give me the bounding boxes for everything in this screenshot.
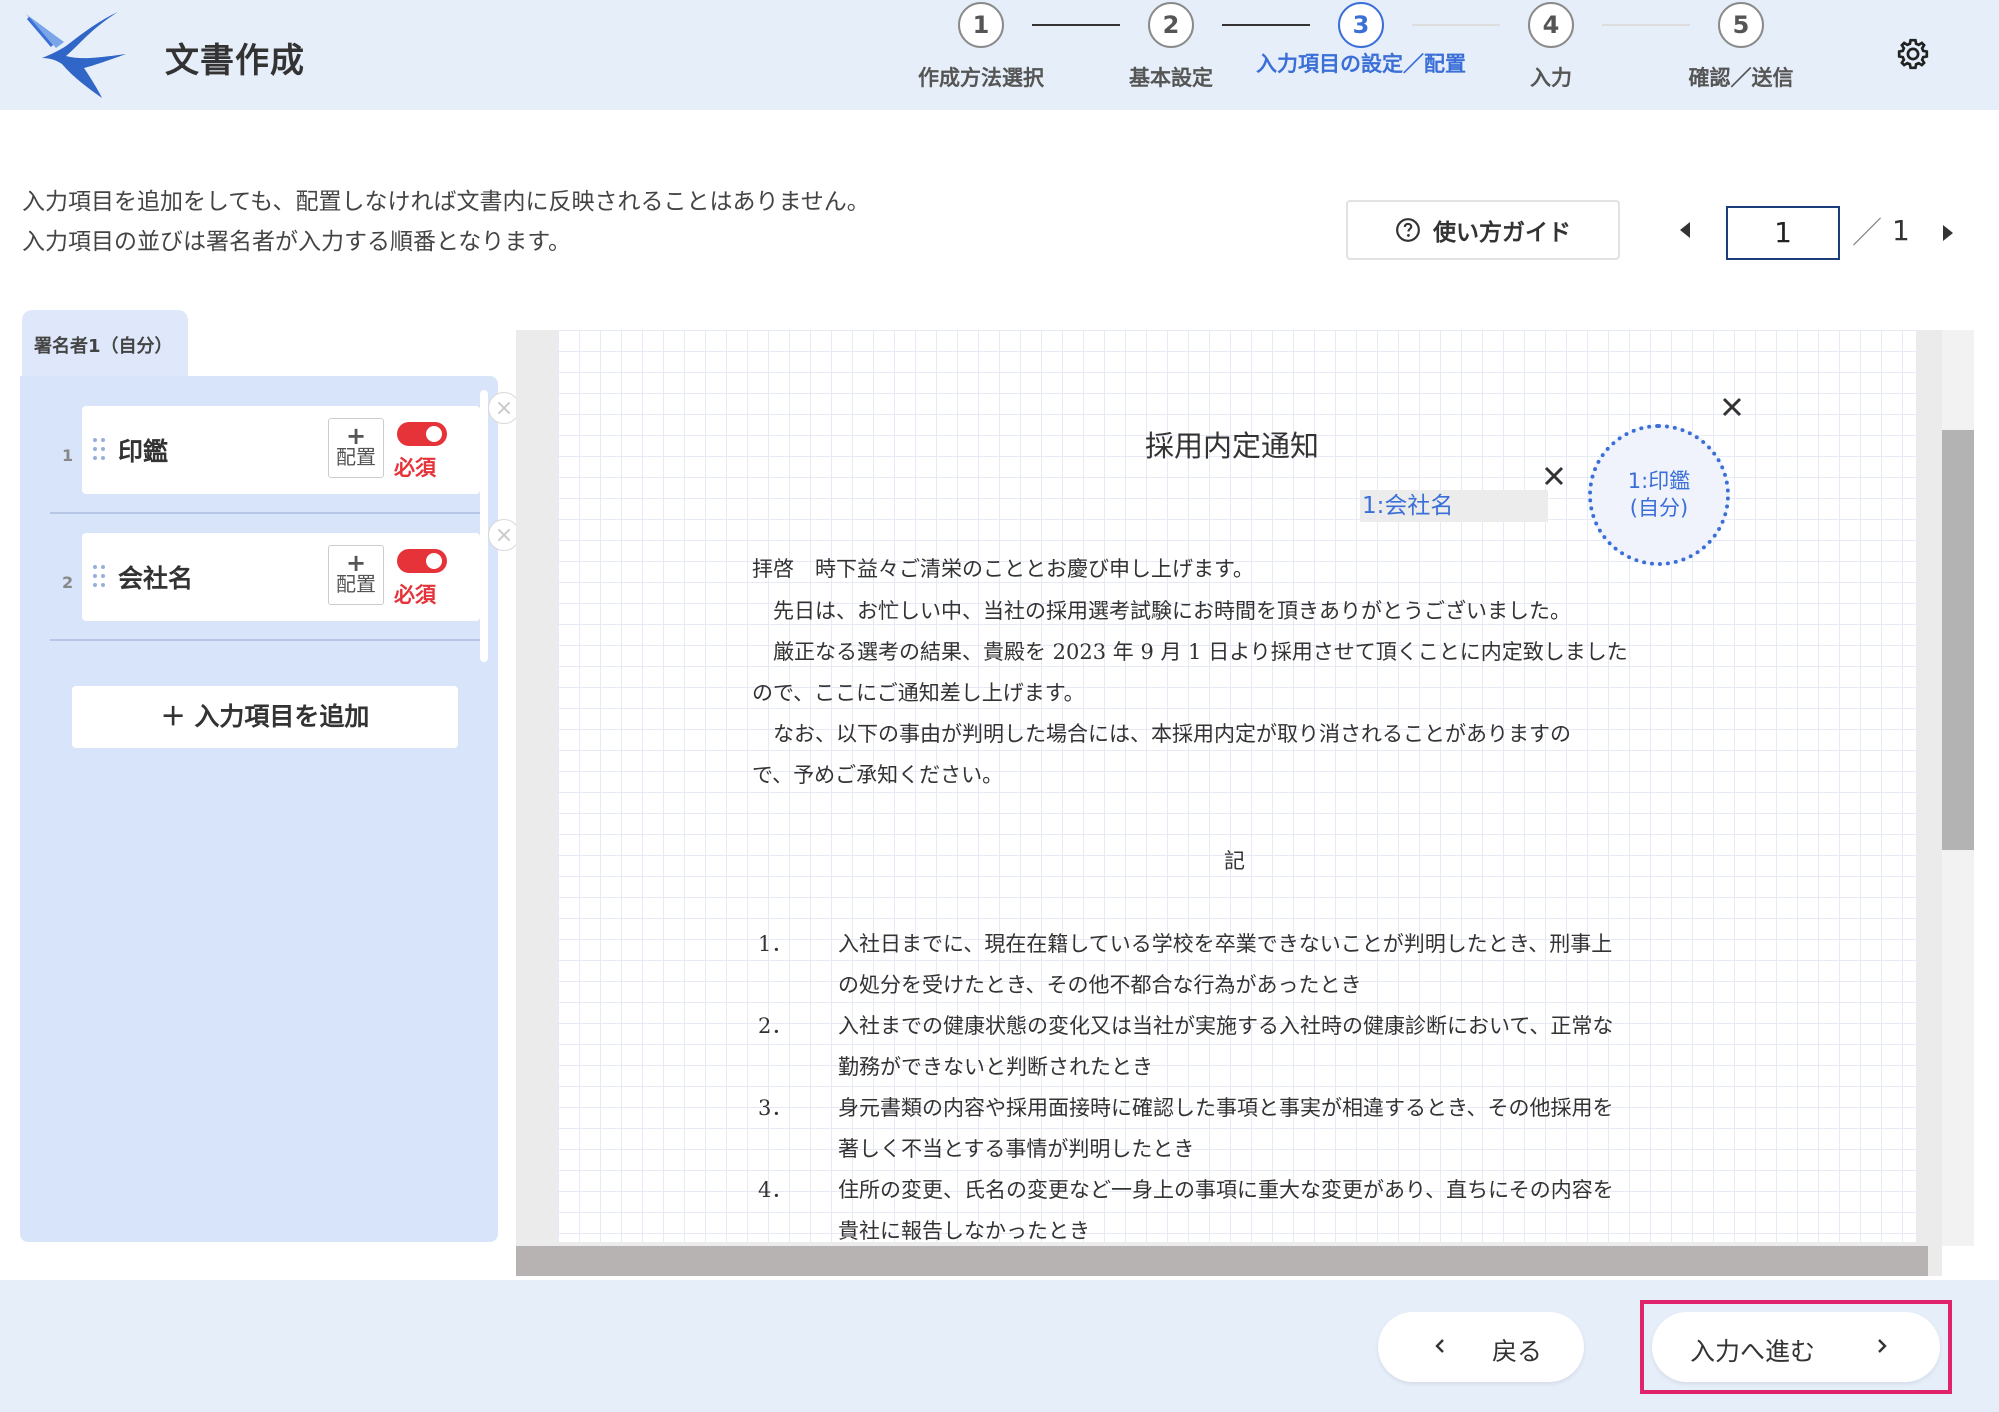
back-button[interactable]: 戻る (1378, 1312, 1584, 1382)
list-text: の処分を受けたとき、その他不都合な行為があったとき (838, 973, 1362, 997)
vertical-scrollbar-thumb[interactable] (1942, 430, 1974, 850)
close-icon[interactable] (1718, 393, 1746, 421)
list-text: 勤務ができないと判断されたとき (838, 1055, 1153, 1079)
step-3: 3 入力項目の設定／配置 (1256, 0, 1466, 78)
document-paragraph: なお、以下の事由が判明した場合には、本採用内定が取り消されることがありますの (752, 722, 1571, 746)
list-number: 3． (758, 1096, 793, 1120)
step-label: 入力 (1530, 66, 1572, 90)
prev-page-icon[interactable] (1680, 222, 1690, 238)
item-label: 会社名 (118, 564, 194, 593)
list-text: 入社日までに、現在在籍している学校を卒業できないことが判明したとき、刑事上 (838, 932, 1613, 956)
step-number: 2 (1148, 2, 1194, 48)
step-4: 4 入力 (1451, 0, 1651, 92)
logo-bird-icon (26, 12, 126, 98)
company-name-field[interactable]: 1:会社名 (1360, 490, 1548, 522)
step-number: 5 (1718, 2, 1764, 48)
item-label: 印鑑 (118, 437, 169, 466)
divider (50, 512, 480, 514)
chevron-left-icon (1435, 1339, 1444, 1353)
instruction-line: 入力項目を追加をしても、配置しなければ文書内に反映されることはありません。 (22, 189, 870, 215)
drag-handle-icon[interactable] (92, 563, 106, 589)
place-label: 配置 (336, 445, 376, 469)
list-text: 貴社に報告しなかったとき (838, 1219, 1090, 1243)
chevron-right-icon (1878, 1339, 1887, 1353)
back-label: 戻る (1492, 1337, 1543, 1366)
horizontal-scrollbar[interactable] (516, 1246, 1928, 1276)
list-item: 2 会社名 + 配置 必須 (50, 519, 520, 659)
step-label: 作成方法選択 (918, 66, 1044, 90)
instruction-line: 入力項目の並びは署名者が入力する順番となります。 (22, 229, 572, 255)
close-icon[interactable] (1540, 462, 1568, 490)
step-label: 確認／送信 (1688, 66, 1794, 90)
seal-field-owner: (自分) (1629, 496, 1689, 520)
document-paragraph: 先日は、お忙しい中、当社の採用選考試験にお時間を頂きありがとうございました。 (752, 599, 1571, 623)
document-paragraph: ので、ここにご通知差し上げます。 (752, 681, 1085, 705)
document-paragraph: 拝啓 時下益々ご清栄のこととお慶び申し上げます。 (752, 557, 1254, 581)
step-1: 1 作成方法選択 (881, 0, 1081, 92)
input-items-panel: 1 印鑑 + 配置 必須 2 会社名 + 配置 必須 ＋ 入力項目を追加 (20, 376, 520, 1242)
gear-icon[interactable] (1895, 36, 1931, 72)
plus-icon: + (345, 422, 367, 450)
drag-handle-icon[interactable] (92, 436, 106, 462)
input-item-card[interactable]: 会社名 + 配置 必須 (82, 519, 520, 621)
place-button[interactable]: + 配置 (328, 545, 384, 605)
required-toggle[interactable] (397, 422, 447, 446)
required-toggle[interactable] (397, 549, 447, 573)
place-label: 配置 (336, 572, 376, 596)
required-label: 必須 (394, 583, 436, 607)
step-number: 1 (958, 2, 1004, 48)
step-label: 入力項目の設定／配置 (1256, 52, 1466, 76)
document-heading-ki: 記 (1224, 849, 1245, 873)
list-number: 4． (758, 1178, 793, 1202)
list-text: 著しく不当とする事情が判明したとき (838, 1137, 1195, 1161)
list-text: 住所の変更、氏名の変更など一身上の事項に重大な変更があり、直ちにその内容を (838, 1178, 1614, 1202)
plus-icon: + (345, 549, 367, 577)
usage-guide-label: 使い方ガイド (1433, 220, 1571, 246)
document-paragraph: 厳正なる選考の結果、貴殿を 2023 年 9 月 1 日より採用させて頂くことに… (752, 640, 1628, 664)
step-number: 4 (1528, 2, 1574, 48)
question-circle-icon (1396, 218, 1420, 242)
seal-field[interactable]: 1:印鑑 (自分) (1588, 424, 1730, 566)
step-number: 3 (1338, 2, 1384, 48)
list-text: 入社までの健康状態の変化又は当社が実施する入社時の健康診断において、正常な (838, 1014, 1614, 1038)
place-button[interactable]: + 配置 (328, 418, 384, 478)
list-number: 1． (758, 932, 793, 956)
step-5: 5 確認／送信 (1641, 0, 1841, 92)
required-label: 必須 (394, 456, 436, 480)
page-total: 1 (1892, 214, 1910, 247)
page-number-input[interactable]: 1 (1726, 206, 1840, 260)
signer-tab[interactable]: 署名者1（自分） (22, 310, 188, 380)
next-page-icon[interactable] (1943, 225, 1953, 241)
divider (50, 639, 480, 641)
next-label: 入力へ進む (1690, 1337, 1816, 1366)
input-item-card[interactable]: 印鑑 + 配置 必須 (82, 392, 520, 494)
step-label: 基本設定 (1129, 66, 1213, 90)
list-item: 1 印鑑 + 配置 必須 (50, 392, 520, 532)
header-bar: 文書作成 1 作成方法選択 2 基本設定 3 入力項目の設定／配置 4 入力 5… (0, 0, 1999, 110)
step-2: 2 基本設定 (1071, 0, 1271, 92)
document-paragraph: で、予めご承知ください。 (752, 763, 1004, 787)
document-title: 採用内定通知 (1145, 429, 1320, 463)
usage-guide-button[interactable]: 使い方ガイド (1346, 200, 1620, 260)
list-number: 2． (758, 1014, 793, 1038)
item-number: 2 (62, 573, 74, 592)
item-number: 1 (62, 446, 74, 465)
seal-field-label: 1:印鑑 (1627, 469, 1691, 493)
progress-stepper: 1 作成方法選択 2 基本設定 3 入力項目の設定／配置 4 入力 5 確認／送… (880, 0, 1794, 110)
add-input-item-button[interactable]: ＋ 入力項目を追加 (72, 686, 458, 748)
page-separator: ／ (1852, 216, 1882, 251)
instructions: 入力項目を追加をしても、配置しなければ文書内に反映されることはありません。 入力… (22, 182, 870, 262)
list-text: 身元書類の内容や採用面接時に確認した事項と事実が相違するとき、その他採用を (838, 1096, 1614, 1120)
panel-scrollbar[interactable] (480, 390, 488, 662)
proceed-to-input-button[interactable]: 入力へ進む (1652, 1312, 1940, 1382)
app-title: 文書作成 (165, 41, 305, 81)
